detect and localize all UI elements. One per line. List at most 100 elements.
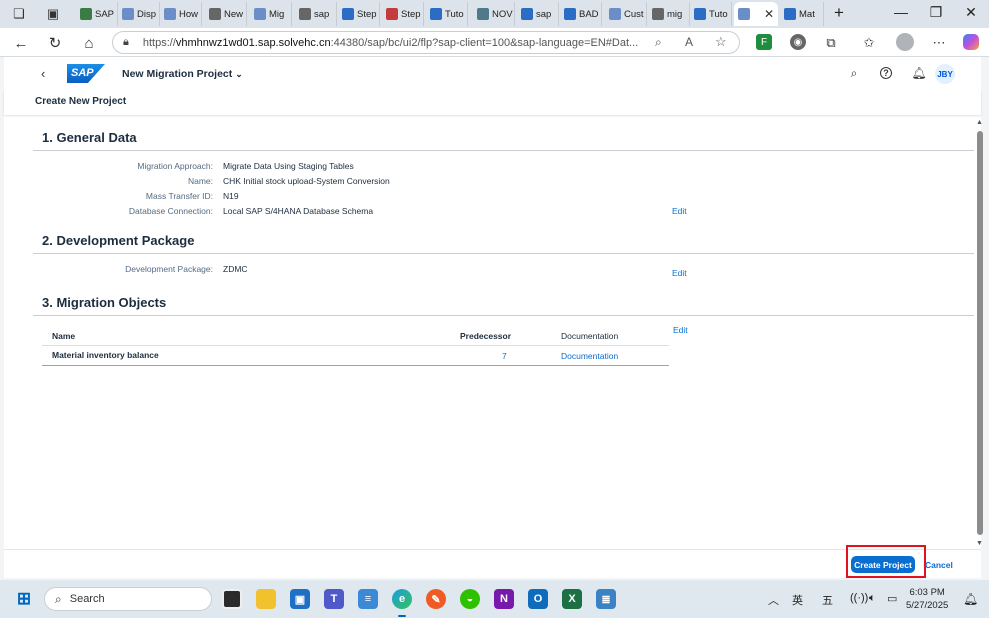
tab-favicon-icon (477, 8, 489, 20)
ime-mode-english[interactable]: 英 (792, 592, 803, 608)
row-documentation-link[interactable]: Documentation (561, 351, 618, 361)
scroll-thumb[interactable] (977, 131, 983, 535)
volume-icon[interactable]: 🔈︎ (869, 592, 876, 605)
edge-icon[interactable]: e (392, 589, 412, 609)
wechat-icon[interactable]: ◒ (460, 589, 480, 609)
scroll-down-arrow-icon[interactable]: ▼ (976, 540, 983, 547)
file-explorer-icon[interactable] (256, 589, 276, 609)
tab-label: Tuto (445, 8, 464, 20)
read-aloud-icon[interactable]: A (685, 35, 693, 49)
tab-favicon-icon (164, 8, 176, 20)
browser-tab[interactable]: mig (648, 2, 690, 26)
vertical-scrollbar[interactable]: ▲ ▼ (976, 119, 984, 549)
notifications-bell-icon[interactable]: 🔔︎ (911, 66, 927, 80)
browser-tab[interactable]: Tuto (426, 2, 468, 26)
tab-favicon-icon (694, 8, 706, 20)
cancel-button[interactable]: Cancel (925, 560, 953, 570)
browser-tab[interactable]: NOV (473, 2, 515, 26)
profile-avatar-icon[interactable] (896, 33, 914, 51)
search-icon[interactable]: ⌕ (846, 66, 862, 81)
create-project-button[interactable]: Create Project (851, 556, 915, 573)
teams-icon[interactable]: T (324, 589, 344, 609)
outlook-icon[interactable]: O (528, 589, 548, 609)
taskbar-clock[interactable]: 6:03 PM 5/27/2025 (906, 586, 948, 612)
browser-tab[interactable]: Step (382, 2, 424, 26)
tab-actions-icon[interactable]: ▣ (44, 5, 62, 23)
edit-general-data-link[interactable]: Edit (672, 206, 687, 216)
close-tab-icon[interactable]: ✕ (764, 7, 774, 21)
back-arrow-icon[interactable]: ← (11, 33, 31, 53)
sap-logo[interactable]: SAP (67, 64, 105, 83)
user-avatar[interactable]: JBY (935, 64, 955, 84)
tray-overflow-chevron-icon[interactable]: ︿ (768, 592, 779, 608)
new-tab-button[interactable]: + (829, 3, 849, 23)
browser-tab[interactable]: New (205, 2, 247, 26)
tab-label: How (179, 8, 199, 20)
taskbar-search[interactable]: ⌕ Search (44, 587, 212, 611)
url-host: vhmhnwz1wd01.sap.solvehc.cn (175, 36, 331, 49)
row-predecessor-link[interactable]: 7 (502, 351, 507, 361)
browser-tab[interactable]: How (160, 2, 202, 26)
taskbar-search-placeholder: Search (69, 593, 105, 605)
browser-tab[interactable]: Disp (118, 2, 160, 26)
app-title-menu[interactable]: New Migration Project ⌄ (122, 68, 243, 80)
scroll-up-arrow-icon[interactable]: ▲ (976, 119, 983, 126)
close-window-button[interactable]: ✕ (961, 4, 981, 21)
tab-favicon-icon (564, 8, 576, 20)
minimize-button[interactable]: — (891, 4, 911, 20)
battery-icon[interactable]: ▭ (887, 592, 897, 605)
chevron-down-icon: ⌄ (235, 69, 243, 79)
search-icon: ⌕ (55, 591, 62, 606)
extensions-puzzle-icon[interactable]: ⧉ (821, 33, 841, 53)
help-icon[interactable]: ? (880, 67, 892, 79)
field-label-name: Name: (187, 176, 213, 186)
browser-tab[interactable]: Cust (605, 2, 647, 26)
browser-tab[interactable]: ✕ (734, 2, 778, 26)
task-view-icon[interactable] (222, 589, 242, 609)
tab-favicon-icon (342, 8, 354, 20)
browser-tab[interactable]: Mat (780, 2, 824, 26)
extension-f-icon[interactable]: F (756, 34, 772, 50)
favorite-star-icon[interactable]: ☆ (715, 34, 727, 50)
browser-tab[interactable]: BAD (560, 2, 602, 26)
sap-gui-icon[interactable]: ≡ (358, 589, 378, 609)
tab-label: Mig (269, 8, 285, 20)
row-object-name: Material inventory balance (52, 350, 159, 360)
workspaces-icon[interactable]: ❏ (10, 5, 28, 23)
restore-button[interactable]: ❐ (926, 4, 946, 21)
browser-tab[interactable]: Step (338, 2, 380, 26)
extension-icon[interactable]: ◉ (790, 34, 806, 50)
browser-tab[interactable]: sap (517, 2, 559, 26)
favorites-icon[interactable]: ✩ (859, 33, 879, 53)
table-bottom-divider (42, 365, 669, 366)
wifi-icon[interactable]: ((·)) (850, 592, 868, 604)
field-label-migration-approach: Migration Approach: (137, 161, 213, 171)
copilot-icon[interactable] (963, 34, 979, 50)
onenote-icon[interactable]: N (494, 589, 514, 609)
zoom-icon[interactable]: ⌕ (655, 35, 662, 50)
browser-tab[interactable]: Tuto (690, 2, 732, 26)
browser-tab[interactable]: Mig (250, 2, 292, 26)
browser-tab-strip: ❏ ▣ SAP Disp How New Mig sap Step Step Tuto NOV sa… (0, 0, 989, 28)
tab-favicon-icon (784, 8, 796, 20)
browser-tab[interactable]: sap (295, 2, 337, 26)
excel-icon[interactable]: X (562, 589, 582, 609)
notepad-icon[interactable]: ≣ (596, 589, 616, 609)
tab-favicon-icon (652, 8, 664, 20)
edit-migration-objects-link[interactable]: Edit (673, 325, 688, 335)
refresh-icon[interactable]: ↻ (45, 33, 65, 53)
tab-favicon-icon (299, 8, 311, 20)
home-icon[interactable]: ⌂ (79, 33, 99, 53)
url-field[interactable]: 🔒︎ https://vhmhnwz1wd01.sap.solvehc.cn:4… (112, 31, 740, 54)
pen-app-icon[interactable]: ✎ (426, 589, 446, 609)
windows-start-icon[interactable]: ⊞ (14, 589, 34, 609)
ime-mode-wubi[interactable]: 五 (822, 592, 833, 608)
shell-back-icon[interactable]: ‹ (41, 66, 45, 81)
photos-icon[interactable]: ▣ (290, 589, 310, 609)
tab-label: Step (401, 8, 421, 20)
more-menu-icon[interactable]: ⋯ (929, 33, 949, 53)
edit-development-package-link[interactable]: Edit (672, 268, 687, 278)
notification-bell-icon[interactable]: 🔔︎ (963, 592, 978, 606)
browser-tab[interactable]: SAP (76, 2, 118, 26)
lock-icon: 🔒︎ (123, 36, 129, 48)
